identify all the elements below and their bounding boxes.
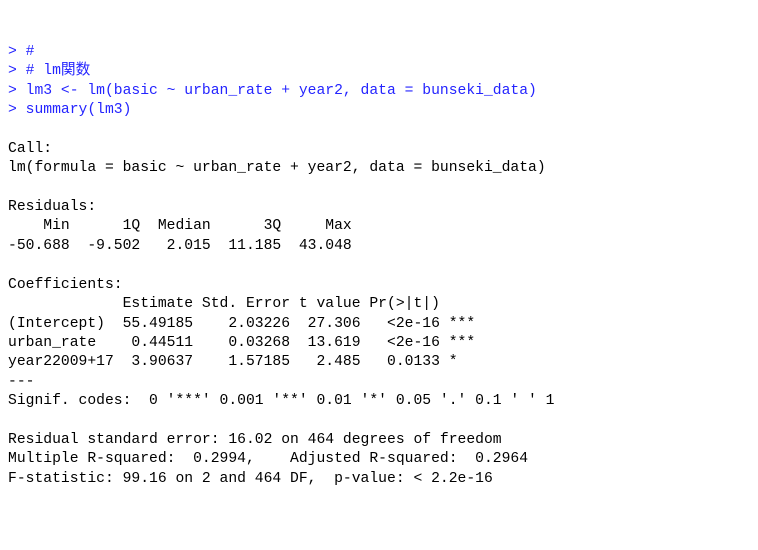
coefficients-header: Coefficients: — [8, 277, 123, 293]
signif-codes: Signif. codes: 0 '***' 0.001 '**' 0.01 '… — [8, 393, 554, 409]
console-input-line: > summary(lm3) — [8, 102, 131, 118]
coefficients-row-intercept: (Intercept) 55.49185 2.03226 27.306 <2e-… — [8, 316, 475, 332]
coefficients-row-urbanrate: urban_rate 0.44511 0.03268 13.619 <2e-16… — [8, 335, 475, 351]
coefficients-colnames: Estimate Std. Error t value Pr(>|t|) — [8, 296, 475, 312]
console-input-line: > # — [8, 44, 34, 60]
residuals-names: Min 1Q Median 3Q Max — [8, 218, 361, 234]
console-input-line: > lm3 <- lm(basic ~ urban_rate + year2, … — [8, 83, 537, 99]
r-squared: Multiple R-squared: 0.2994, Adjusted R-s… — [8, 451, 537, 467]
summary-call-header: Call: — [8, 141, 52, 157]
console-input-line: > # lm関数 — [8, 63, 90, 79]
summary-call-body: lm(formula = basic ~ urban_rate + year2,… — [8, 160, 546, 176]
f-statistic: F-statistic: 99.16 on 2 and 464 DF, p-va… — [8, 471, 493, 487]
coefficients-row-year2: year22009+17 3.90637 1.57185 2.485 0.013… — [8, 354, 475, 370]
residuals-header: Residuals: — [8, 199, 96, 215]
residual-std-error: Residual standard error: 16.02 on 464 de… — [8, 432, 502, 448]
residuals-values: -50.688 -9.502 2.015 11.185 43.048 — [8, 238, 361, 254]
signif-dashes: --- — [8, 374, 34, 390]
